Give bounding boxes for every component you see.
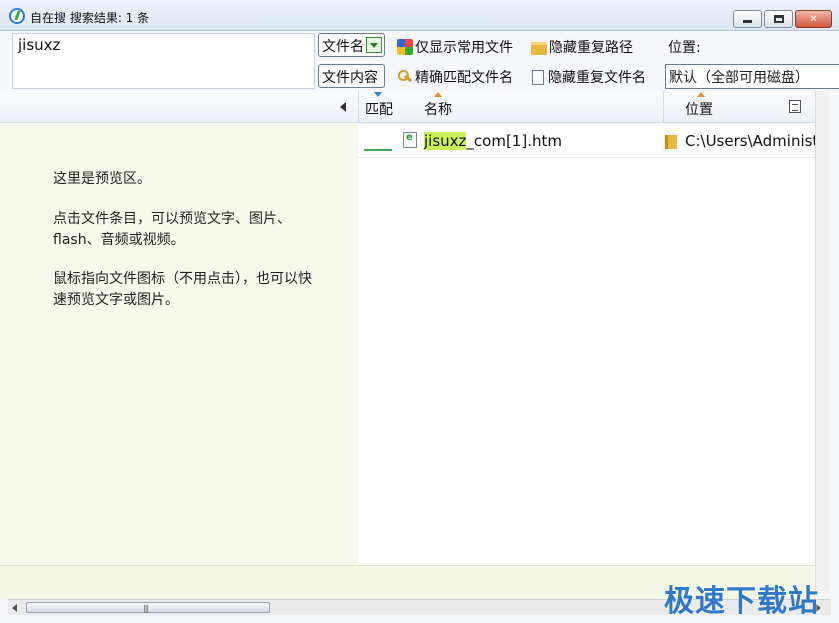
close-button[interactable]: ✕ [795, 10, 832, 28]
close-icon: ✕ [809, 13, 818, 25]
site-watermark: 极速下载站 [664, 584, 819, 619]
result-file-name[interactable]: jisuxz_com[1].htm [424, 132, 562, 150]
document-icon [532, 69, 544, 85]
app-logo-icon [9, 8, 25, 24]
maximize-button[interactable] [764, 10, 793, 28]
hide-dup-path-option[interactable]: 隐藏重复路径 [531, 37, 633, 57]
scroll-left-icon[interactable] [12, 604, 17, 612]
sort-indicator-icon [697, 92, 705, 97]
search-input[interactable]: jisuxz [12, 33, 315, 89]
scrollbar-thumb[interactable]: ||| [26, 602, 270, 613]
preview-pane: 这里是预览区。 点击文件条目，可以预览文字、图片、flash、音频或视频。 鼠标… [0, 124, 358, 565]
exact-match-label: 精确匹配文件名 [415, 70, 513, 86]
search-highlight: jisuxz [424, 132, 467, 150]
common-files-option[interactable]: 仅显示常用文件 [397, 37, 513, 57]
window-title: 自在搜 搜索结果: 1 条 [30, 11, 150, 25]
minimize-icon [743, 20, 752, 23]
windows-flag-icon [397, 39, 413, 55]
column-header-row: 匹配 名称 位置 [0, 91, 829, 123]
minimize-button[interactable] [733, 10, 762, 28]
location-label: 位置: [668, 40, 701, 56]
column-header-location[interactable]: 位置 [685, 99, 713, 119]
sort-indicator-icon [434, 92, 442, 97]
column-menu-icon[interactable] [789, 100, 801, 113]
preview-text-1: 这里是预览区。 [53, 171, 151, 187]
collapse-preview-icon[interactable] [340, 102, 346, 112]
common-files-label: 仅显示常用文件 [415, 40, 513, 56]
folder-icon [531, 41, 547, 55]
key-icon [397, 69, 413, 85]
content-mode-button[interactable]: 文件内容 [318, 64, 385, 88]
filename-mode-button[interactable]: 文件名 [318, 33, 385, 57]
location-select[interactable]: 默认（全部可用磁盘） [665, 64, 839, 89]
result-location[interactable]: C:\Users\Administ [685, 132, 815, 150]
vertical-scrollbar[interactable] [815, 91, 829, 591]
hide-dup-name-option[interactable]: 隐藏重复文件名 [532, 67, 646, 87]
preview-text-2: 点击文件条目，可以预览文字、图片、flash、音频或视频。 [53, 211, 291, 248]
preview-text-3: 鼠标指向文件图标（不用点击），也可以快速预览文字或图片。 [53, 271, 312, 308]
hide-dup-name-label: 隐藏重复文件名 [548, 70, 646, 86]
maximize-icon [773, 15, 784, 23]
filename-mode-label: 文件名 [322, 39, 364, 55]
file-name-rest: _com[1].htm [466, 132, 562, 150]
table-row[interactable]: jisuxz_com[1].htm C:\Users\Administ [358, 128, 815, 158]
exact-match-option[interactable]: 精确匹配文件名 [397, 67, 513, 87]
chevron-down-icon[interactable] [366, 37, 382, 53]
grip-icon: ||| [143, 604, 149, 613]
column-header-name[interactable]: 名称 [424, 99, 452, 119]
hide-dup-path-label: 隐藏重复路径 [549, 40, 633, 56]
folder-icon [665, 135, 677, 149]
match-indicator [364, 149, 392, 151]
results-list: jisuxz_com[1].htm C:\Users\Administ [358, 124, 815, 565]
title-bar: 自在搜 搜索结果: 1 条 ✕ [0, 0, 839, 31]
htm-file-icon[interactable] [403, 132, 417, 148]
column-header-match[interactable]: 匹配 [365, 99, 393, 119]
sort-indicator-icon [374, 92, 382, 97]
